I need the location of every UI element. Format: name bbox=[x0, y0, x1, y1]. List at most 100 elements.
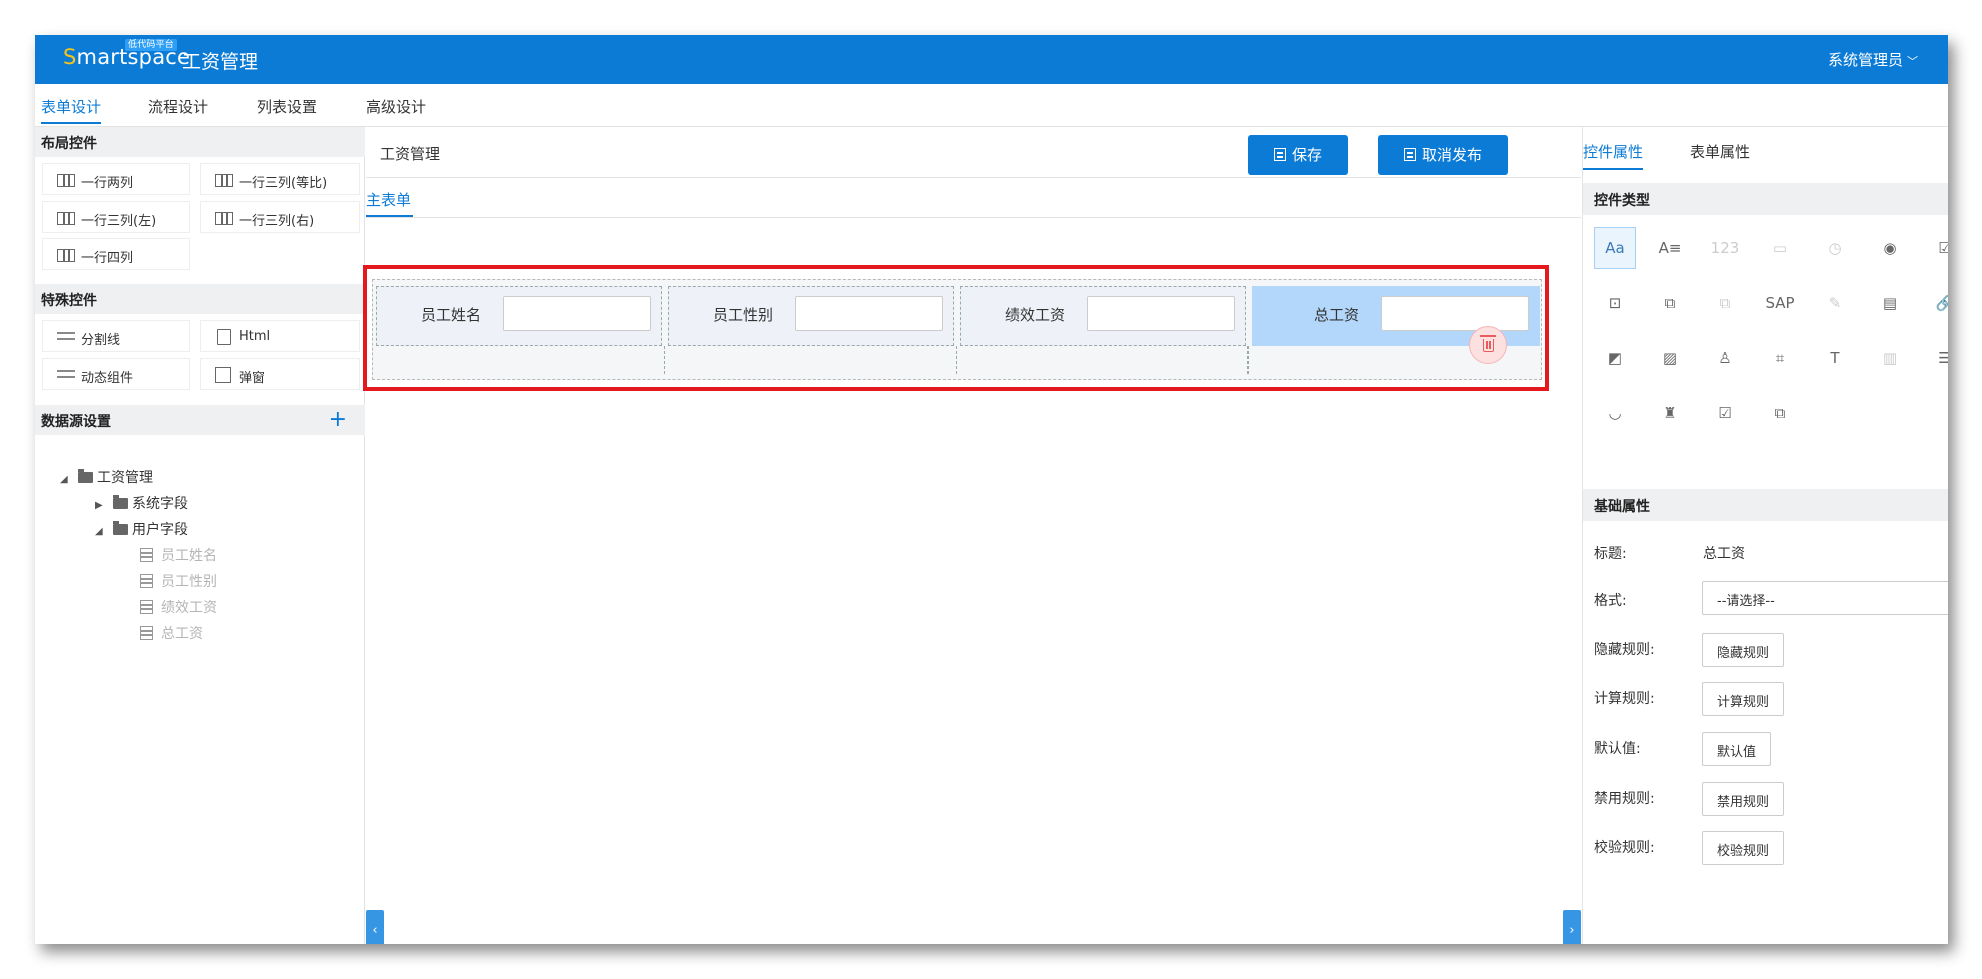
tree-leaf-field[interactable]: 总工资 bbox=[140, 623, 203, 643]
document-icon[interactable]: ▤ bbox=[1869, 282, 1911, 324]
basic-properties-title: 基础属性 bbox=[1583, 489, 1948, 521]
control-three-columns-equal[interactable]: 一行三列(等比) bbox=[200, 163, 360, 195]
layout-controls-title: 布局控件 bbox=[35, 127, 365, 157]
unpublish-button[interactable]: 取消发布 bbox=[1378, 135, 1508, 175]
copy-icon[interactable]: ⧉ bbox=[1704, 282, 1746, 324]
designer-tabs: 表单设计 流程设计 列表设置 高级设计 bbox=[35, 84, 1948, 127]
attachment-icon[interactable]: 🔗 bbox=[1924, 282, 1948, 324]
date-icon[interactable]: ▭ bbox=[1759, 227, 1801, 269]
add-datasource-button[interactable]: + bbox=[329, 407, 347, 432]
default-value-button[interactable]: 默认值 bbox=[1702, 732, 1772, 766]
control-label: 一行两列 bbox=[81, 176, 134, 191]
control-divider[interactable]: 分割线 bbox=[42, 320, 190, 352]
tab-control-properties[interactable]: 控件属性 bbox=[1583, 141, 1644, 170]
subform-icon[interactable]: ⧉ bbox=[1759, 392, 1801, 434]
control-two-columns[interactable]: 一行两列 bbox=[42, 163, 190, 195]
component-icon bbox=[57, 369, 75, 379]
control-html[interactable]: Html bbox=[200, 320, 360, 352]
validate-rule-label: 校验规则: bbox=[1594, 840, 1655, 856]
user-name: 系统管理员 bbox=[1827, 51, 1903, 69]
tab-list-settings[interactable]: 列表设置 bbox=[257, 96, 317, 117]
columns-icon bbox=[57, 174, 75, 187]
expanded-icon[interactable]: ◢ bbox=[60, 474, 72, 485]
tab-flow-design[interactable]: 流程设计 bbox=[148, 96, 208, 117]
chevron-down-icon: ﹀ bbox=[1907, 55, 1918, 68]
format-label: 格式: bbox=[1594, 593, 1627, 609]
tree-node-system-fields[interactable]: ▶ 系统字段 bbox=[95, 493, 188, 513]
control-popup[interactable]: 弹窗 bbox=[200, 358, 360, 390]
disable-rule-button[interactable]: 禁用规则 bbox=[1702, 782, 1785, 816]
sap-icon[interactable]: SAP bbox=[1759, 282, 1801, 324]
control-type-title: 控件类型 bbox=[1583, 183, 1948, 215]
datasource-title-text: 数据源设置 bbox=[41, 414, 111, 430]
tree-leaf-label: 员工姓名 bbox=[161, 548, 217, 564]
save-button[interactable]: 保存 bbox=[1248, 135, 1348, 175]
tab-main-form[interactable]: 主表单 bbox=[366, 189, 414, 217]
file-icon[interactable]: ◩ bbox=[1594, 337, 1636, 379]
approve-icon[interactable]: ☑ bbox=[1704, 392, 1746, 434]
textarea-icon[interactable]: A≡ bbox=[1649, 227, 1691, 269]
field-icon bbox=[140, 600, 153, 614]
signature-icon[interactable]: ✎ bbox=[1814, 282, 1856, 324]
control-label: Html bbox=[239, 329, 271, 344]
number-icon[interactable]: 123 bbox=[1704, 227, 1746, 269]
radio-icon[interactable]: ◉ bbox=[1869, 227, 1911, 269]
divider-icon bbox=[57, 331, 75, 341]
divider bbox=[366, 177, 1581, 178]
expanded-icon[interactable]: ◢ bbox=[95, 526, 107, 537]
tab-form-properties[interactable]: 表单属性 bbox=[1690, 141, 1750, 162]
logo[interactable]: Smartspace 低代码平台 bbox=[63, 39, 190, 69]
right-panel: 控件属性 表单属性 控件类型 Aa A≡ 123 ▭ ◷ ◉ ☑ ⊡ ⧉ ⧉ SAP ✎ ▤ 🔗 ◩ ▨ ♙ ⌗ T… bbox=[1582, 127, 1948, 944]
org-icon[interactable]: ⌗ bbox=[1759, 337, 1801, 379]
user-menu[interactable]: 系统管理员 ﹀ bbox=[1828, 49, 1918, 70]
calc-rule-button[interactable]: 计算规则 bbox=[1702, 682, 1785, 716]
control-dynamic-component[interactable]: 动态组件 bbox=[42, 358, 190, 390]
field-icon bbox=[140, 548, 153, 562]
text-icon[interactable]: Aa bbox=[1594, 227, 1636, 269]
tree-root[interactable]: ◢ 工资管理 bbox=[60, 467, 153, 487]
tree-leaf-label: 总工资 bbox=[161, 626, 203, 642]
tree-leaf-label: 绩效工资 bbox=[161, 600, 217, 616]
tab-advanced-design[interactable]: 高级设计 bbox=[366, 96, 426, 117]
hide-rule-button[interactable]: 隐藏规则 bbox=[1702, 633, 1785, 667]
tree-root-label: 工资管理 bbox=[97, 470, 153, 486]
folder-icon bbox=[113, 495, 128, 509]
control-label: 分割线 bbox=[81, 333, 121, 348]
tree-node-user-fields[interactable]: ◢ 用户字段 bbox=[95, 519, 188, 539]
user-icon[interactable]: ♙ bbox=[1704, 337, 1746, 379]
collapsed-icon[interactable]: ▶ bbox=[95, 500, 107, 511]
list-icon[interactable]: ☰ bbox=[1924, 337, 1948, 379]
tree-leaf-field[interactable]: 员工性别 bbox=[140, 571, 217, 591]
control-three-columns-left[interactable]: 一行三列(左) bbox=[42, 201, 190, 233]
disable-rule-label: 禁用规则: bbox=[1594, 791, 1655, 807]
image-icon[interactable]: ▨ bbox=[1649, 337, 1691, 379]
validate-rule-button[interactable]: 校验规则 bbox=[1702, 831, 1785, 865]
select-icon[interactable]: ⊡ bbox=[1594, 282, 1636, 324]
popup-icon bbox=[215, 367, 231, 383]
tree-leaf-field[interactable]: 绩效工资 bbox=[140, 597, 217, 617]
label-icon[interactable]: T bbox=[1814, 337, 1856, 379]
format-select-value: --请选择-- bbox=[1717, 594, 1775, 609]
unpublish-button-label: 取消发布 bbox=[1421, 146, 1482, 164]
hide-rule-label: 隐藏规则: bbox=[1594, 642, 1655, 658]
control-label: 弹窗 bbox=[239, 371, 266, 386]
control-four-columns[interactable]: 一行四列 bbox=[42, 238, 190, 270]
multiselect-icon[interactable]: ⧉ bbox=[1649, 282, 1691, 324]
collapse-left-button[interactable]: ‹ bbox=[366, 910, 384, 944]
collapse-right-button[interactable]: › bbox=[1563, 910, 1581, 944]
highlight-box bbox=[363, 265, 1549, 391]
unpublish-icon bbox=[1403, 148, 1416, 161]
format-select[interactable]: --请选择--﹀ bbox=[1702, 581, 1948, 615]
control-label: 一行三列(右) bbox=[239, 214, 315, 229]
stamp-icon[interactable]: ♜ bbox=[1649, 392, 1691, 434]
tree-leaf-field[interactable]: 员工姓名 bbox=[140, 545, 217, 565]
barcode-icon[interactable]: ▥ bbox=[1869, 337, 1911, 379]
checkbox-icon[interactable]: ☑ bbox=[1924, 227, 1948, 269]
folder-icon bbox=[78, 469, 93, 483]
time-icon[interactable]: ◷ bbox=[1814, 227, 1856, 269]
eye-icon[interactable]: ◡ bbox=[1594, 392, 1636, 434]
control-three-columns-right[interactable]: 一行三列(右) bbox=[200, 201, 360, 233]
folder-icon bbox=[113, 521, 128, 535]
default-value-label: 默认值: bbox=[1594, 741, 1641, 757]
tab-form-design[interactable]: 表单设计 bbox=[41, 96, 102, 124]
